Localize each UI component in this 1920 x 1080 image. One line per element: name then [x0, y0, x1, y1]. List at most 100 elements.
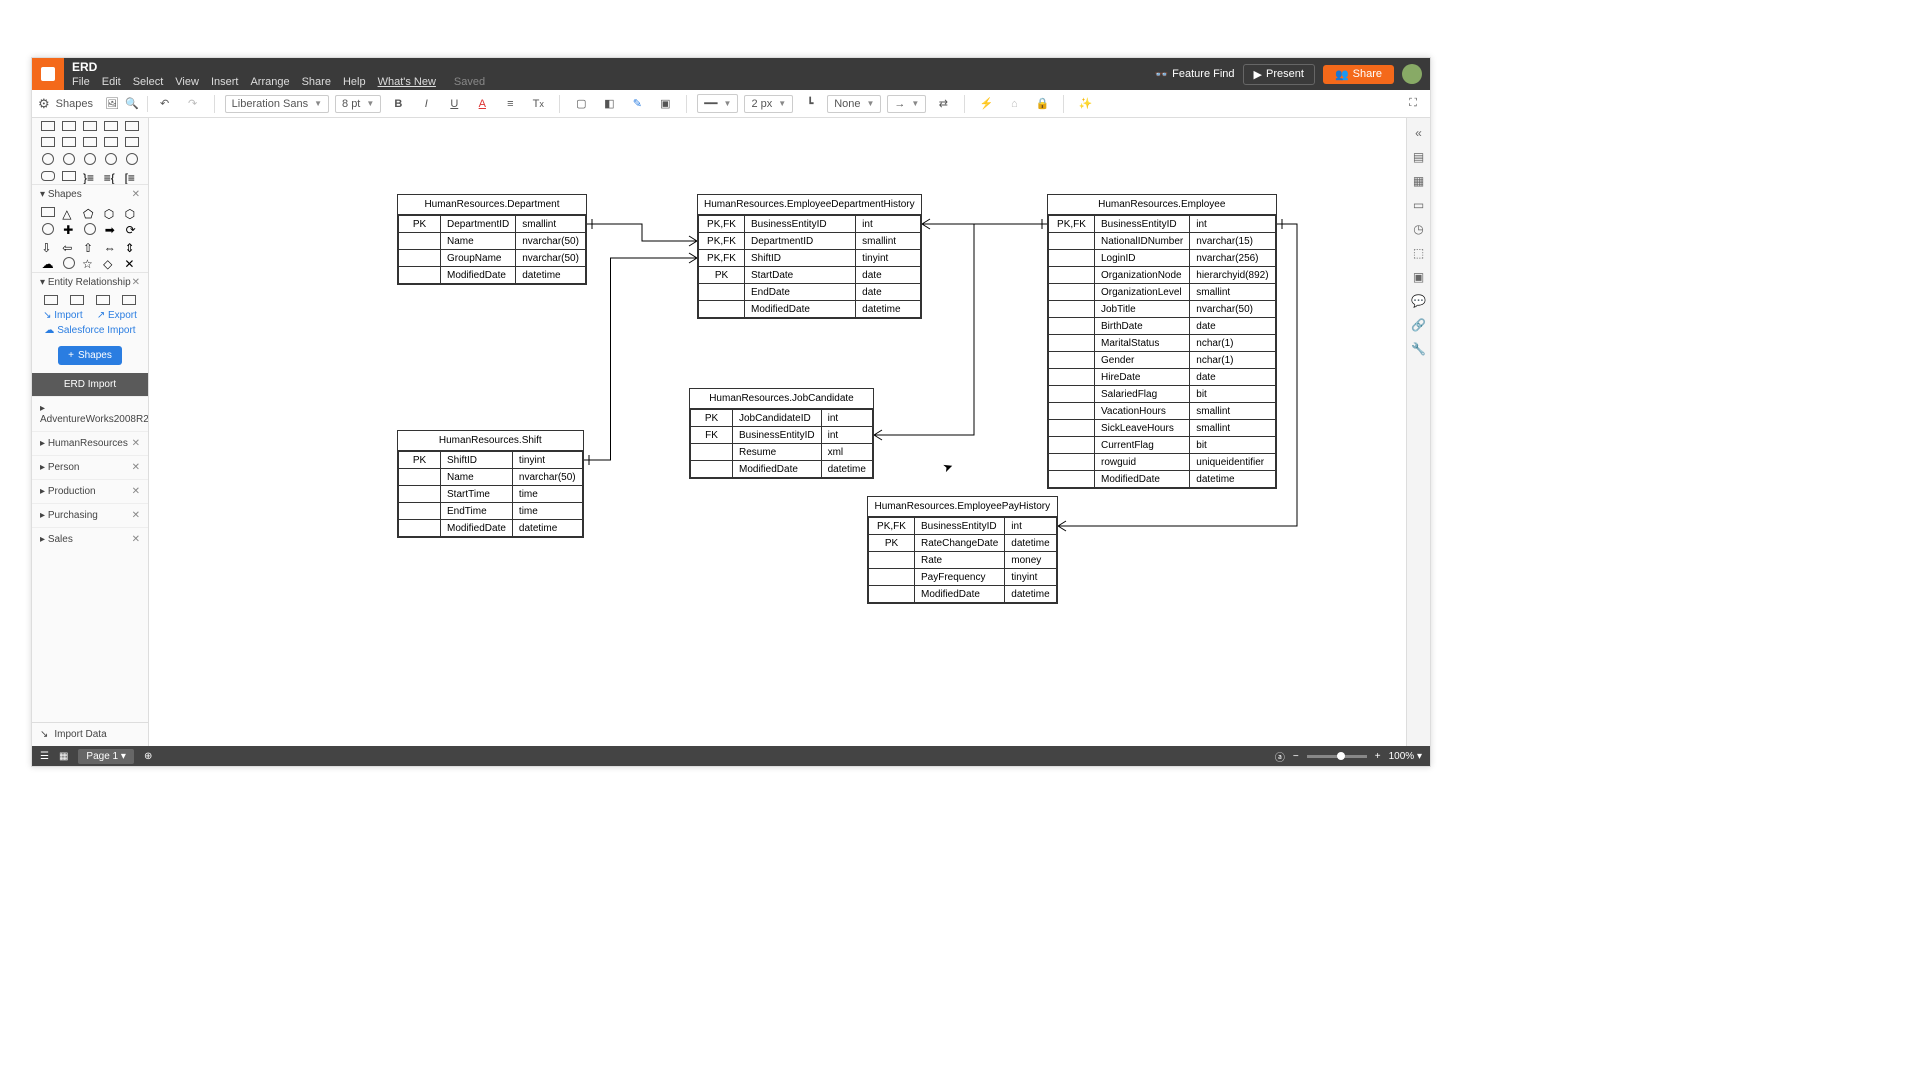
- zoom-level[interactable]: 100% ▾: [1389, 751, 1422, 762]
- zoom-out-button[interactable]: −: [1293, 751, 1299, 762]
- presentation-icon[interactable]: ▭: [1413, 198, 1424, 212]
- cube-icon[interactable]: ⬚: [1413, 246, 1424, 260]
- erd-column-row[interactable]: PK,FKBusinessEntityIDint: [699, 216, 921, 233]
- erd-column-row[interactable]: GroupNamenvarchar(50): [399, 250, 586, 267]
- erd-column-row[interactable]: PayFrequencytinyint: [869, 569, 1057, 586]
- shape-style-button[interactable]: ▣: [654, 93, 676, 115]
- erd-column-row[interactable]: SickLeaveHourssmallint: [1049, 420, 1276, 437]
- page-tab[interactable]: Page 1 ▾: [78, 749, 134, 764]
- category-humanresources[interactable]: ▸ HumanResources✕: [32, 431, 148, 455]
- fullscreen-icon[interactable]: ⛶: [1402, 93, 1424, 115]
- erd-column-row[interactable]: PK,FKDepartmentIDsmallint: [699, 233, 921, 250]
- lightning-icon[interactable]: ⚡: [975, 93, 997, 115]
- wrench-icon[interactable]: 🔧: [1411, 342, 1426, 356]
- menu-arrange[interactable]: Arrange: [250, 75, 289, 89]
- erd-column-row[interactable]: SalariedFlagbit: [1049, 386, 1276, 403]
- export-link[interactable]: ↗ Export: [97, 310, 137, 321]
- menu-edit[interactable]: Edit: [102, 75, 121, 89]
- erd-column-row[interactable]: Ratemoney: [869, 552, 1057, 569]
- erd-column-row[interactable]: VacationHourssmallint: [1049, 403, 1276, 420]
- erd-column-row[interactable]: StartTimetime: [399, 486, 583, 503]
- erd-column-row[interactable]: ModifiedDatedatetime: [399, 267, 586, 284]
- shapes-label[interactable]: Shapes: [56, 98, 93, 110]
- erd-table-employee[interactable]: HumanResources.EmployeePK,FKBusinessEnti…: [1047, 194, 1277, 489]
- image-icon[interactable]: 🖼: [105, 97, 119, 110]
- close-icon[interactable]: ✕: [132, 277, 140, 288]
- layers-icon[interactable]: ▣: [1413, 270, 1424, 284]
- linetype-button[interactable]: ┗: [799, 93, 821, 115]
- arrow-end-select[interactable]: →▼: [887, 95, 926, 113]
- textcolor-button[interactable]: A: [471, 93, 493, 115]
- erd-column-row[interactable]: ModifiedDatedatetime: [1049, 471, 1276, 488]
- font-select[interactable]: Liberation Sans▼: [225, 95, 329, 113]
- erd-column-row[interactable]: EndTimetime: [399, 503, 583, 520]
- erd-column-row[interactable]: PKJobCandidateIDint: [691, 410, 873, 427]
- grid-view-icon[interactable]: ▦: [59, 751, 68, 762]
- add-shapes-button[interactable]: +Shapes: [58, 346, 122, 365]
- import-link[interactable]: ↘ Import: [43, 310, 83, 321]
- category-adventureworks[interactable]: ▸ AdventureWorks2008R2✕: [32, 396, 148, 431]
- erd-column-row[interactable]: Namenvarchar(50): [399, 233, 586, 250]
- swap-arrows-button[interactable]: ⇄: [932, 93, 954, 115]
- close-icon[interactable]: ✕: [132, 189, 140, 200]
- zoom-slider[interactable]: [1307, 755, 1367, 758]
- close-icon[interactable]: ✕: [132, 462, 140, 473]
- linewidth-select[interactable]: 2 px▼: [744, 95, 793, 113]
- search-icon[interactable]: 🔍: [125, 97, 139, 110]
- erd-table-edh[interactable]: HumanResources.EmployeeDepartmentHistory…: [697, 194, 922, 319]
- lock-icon[interactable]: ⌂: [1003, 93, 1025, 115]
- erd-column-row[interactable]: HireDatedate: [1049, 369, 1276, 386]
- erd-column-row[interactable]: MaritalStatusnchar(1): [1049, 335, 1276, 352]
- menu-insert[interactable]: Insert: [211, 75, 239, 89]
- close-icon[interactable]: ✕: [132, 510, 140, 521]
- menu-help[interactable]: Help: [343, 75, 366, 89]
- import-data-button[interactable]: ↘Import Data: [32, 722, 148, 746]
- erd-column-row[interactable]: rowguiduniqueidentifier: [1049, 454, 1276, 471]
- erd-column-row[interactable]: FKBusinessEntityIDint: [691, 427, 873, 444]
- category-sales[interactable]: ▸ Sales✕: [32, 527, 148, 551]
- erd-column-row[interactable]: PKDepartmentIDsmallint: [399, 216, 586, 233]
- erd-column-row[interactable]: EndDatedate: [699, 284, 921, 301]
- erd-column-row[interactable]: Gendernchar(1): [1049, 352, 1276, 369]
- pencil-icon[interactable]: ✎: [626, 93, 648, 115]
- italic-button[interactable]: I: [415, 93, 437, 115]
- arrow-start-select[interactable]: None▼: [827, 95, 881, 113]
- erd-column-row[interactable]: Namenvarchar(50): [399, 469, 583, 486]
- bold-button[interactable]: B: [387, 93, 409, 115]
- add-page-button[interactable]: ⊕: [144, 751, 152, 762]
- document-icon[interactable]: ▤: [1413, 150, 1424, 164]
- menu-select[interactable]: Select: [133, 75, 164, 89]
- menu-file[interactable]: File: [72, 75, 90, 89]
- menu-whatsnew[interactable]: What's New: [378, 75, 436, 89]
- list-view-icon[interactable]: ☰: [40, 751, 49, 762]
- link-icon[interactable]: 🔗: [1411, 318, 1426, 332]
- erd-table-department[interactable]: HumanResources.DepartmentPKDepartmentIDs…: [397, 194, 587, 285]
- erd-column-row[interactable]: PK,FKBusinessEntityIDint: [1049, 216, 1276, 233]
- erd-column-row[interactable]: PKRateChangeDatedatetime: [869, 535, 1057, 552]
- underline-button[interactable]: U: [443, 93, 465, 115]
- erd-column-row[interactable]: BirthDatedate: [1049, 318, 1276, 335]
- padlock-icon[interactable]: 🔒: [1031, 93, 1053, 115]
- ruler-icon[interactable]: ▦: [1413, 174, 1424, 188]
- category-purchasing[interactable]: ▸ Purchasing✕: [32, 503, 148, 527]
- erd-import-tab[interactable]: ERD Import: [32, 373, 148, 396]
- undo-button[interactable]: ↶: [154, 93, 176, 115]
- textformat-button[interactable]: Tx: [527, 93, 549, 115]
- document-title[interactable]: ERD: [72, 60, 485, 74]
- fontsize-select[interactable]: 8 pt▼: [335, 95, 381, 113]
- erd-column-row[interactable]: OrganizationLevelsmallint: [1049, 284, 1276, 301]
- share-button[interactable]: 👥 Share: [1323, 65, 1394, 84]
- redo-button[interactable]: ↷: [182, 93, 204, 115]
- erd-column-row[interactable]: CurrentFlagbit: [1049, 437, 1276, 454]
- category-production[interactable]: ▸ Production✕: [32, 479, 148, 503]
- canvas[interactable]: ➤ HumanResources.DepartmentPKDepartmentI…: [149, 118, 1430, 746]
- erd-column-row[interactable]: PK,FKShiftIDtinyint: [699, 250, 921, 267]
- erd-column-row[interactable]: ModifiedDatedatetime: [699, 301, 921, 318]
- fill-button[interactable]: ▢: [570, 93, 592, 115]
- erd-column-row[interactable]: JobTitlenvarchar(50): [1049, 301, 1276, 318]
- chevron-left-icon[interactable]: «: [1415, 126, 1422, 140]
- erd-column-row[interactable]: PK,FKBusinessEntityIDint: [869, 518, 1057, 535]
- app-logo[interactable]: [32, 58, 64, 90]
- border-button[interactable]: ◧: [598, 93, 620, 115]
- accessibility-icon[interactable]: ⓐ: [1275, 749, 1285, 764]
